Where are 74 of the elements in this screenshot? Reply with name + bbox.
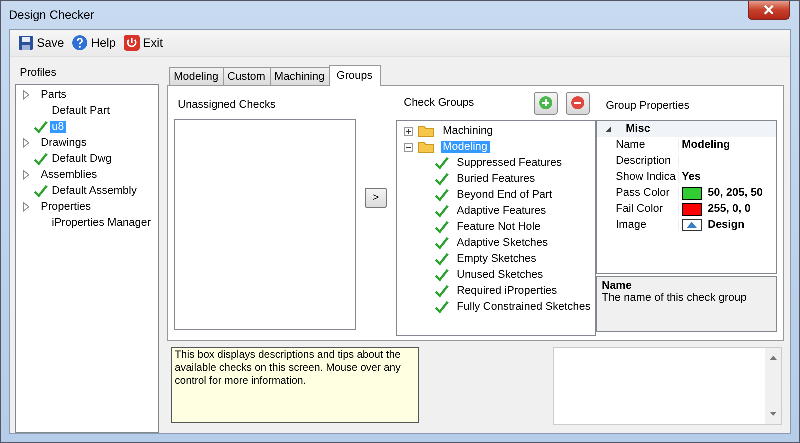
tree-item[interactable]: Default Part	[50, 105, 112, 117]
unassigned-list[interactable]	[174, 119, 356, 330]
tab[interactable]: Modeling	[169, 67, 224, 85]
checkmark-icon	[435, 268, 449, 282]
toolbar-button[interactable]: Help	[70, 35, 118, 51]
tree-item[interactable]: Adaptive Sketches	[455, 237, 550, 250]
property-value[interactable]: Modeling	[682, 139, 730, 151]
scroll-down-icon[interactable]	[770, 412, 776, 416]
tab[interactable]: Groups	[328, 65, 381, 86]
checkmark-icon	[435, 236, 449, 250]
tree-item[interactable]: Machining	[441, 125, 496, 138]
checkmark-icon	[435, 252, 449, 266]
minus-icon	[571, 96, 585, 110]
unassigned-label: Unassigned Checks	[177, 98, 277, 113]
tree-item[interactable]: Default Dwg	[50, 153, 114, 165]
checkmark-icon	[34, 120, 48, 134]
group-properties-label: Group Properties	[605, 99, 691, 114]
plus-icon	[539, 96, 553, 110]
collapse-icon	[605, 126, 612, 132]
folder-icon	[418, 140, 436, 154]
property-value[interactable]: 255, 0, 0	[708, 203, 751, 215]
category-label: Misc	[626, 123, 650, 135]
scroll-up-icon[interactable]	[770, 356, 776, 360]
image-thumbnail-icon	[682, 219, 702, 231]
help-text: The name of this check group	[602, 292, 748, 304]
tree-item[interactable]: Suppressed Features	[455, 157, 564, 170]
expander-icon	[23, 138, 31, 148]
checkmark-icon	[435, 156, 449, 170]
tree-item[interactable]: Beyond End of Part	[455, 189, 554, 202]
property-value[interactable]: Yes	[682, 171, 701, 183]
checkmark-icon	[34, 184, 48, 198]
close-icon	[763, 5, 775, 15]
tree-item[interactable]: Default Assembly	[50, 185, 139, 197]
checkmark-icon	[435, 188, 449, 202]
check-groups-label: Check Groups	[403, 97, 476, 110]
property-value[interactable]: 50, 205, 50	[708, 187, 764, 199]
tree-item[interactable]: iProperties Manager	[50, 217, 154, 229]
tips-text: This box displays descriptions and tips about the available checks on this screen. Mouse over any control for more information.	[175, 349, 401, 387]
tree-item[interactable]: Required iProperties	[455, 285, 560, 298]
tree-item[interactable]: Feature Not Hole	[455, 221, 543, 234]
tree-item[interactable]: Assemblies	[39, 169, 100, 181]
power-icon	[124, 35, 140, 51]
tree-item[interactable]: Properties	[39, 201, 94, 213]
checkmark-icon	[435, 172, 449, 186]
checkmark-icon	[34, 152, 48, 166]
checkmark-icon	[435, 204, 449, 218]
expander-icon	[23, 90, 31, 100]
folder-icon	[418, 124, 436, 138]
help-icon	[72, 35, 88, 51]
tab[interactable]: Custom	[222, 67, 271, 85]
move-button[interactable]: >	[365, 188, 387, 208]
remove-button[interactable]	[566, 92, 590, 115]
expander-icon	[23, 202, 31, 212]
tree-item[interactable]: Adaptive Features	[455, 205, 548, 218]
tree-item[interactable]: Buried Features	[455, 173, 538, 186]
tab[interactable]: Machining	[270, 67, 330, 85]
toolbar-button[interactable]: Save	[16, 35, 66, 51]
close-button[interactable]	[748, 1, 790, 20]
tree-item[interactable]: Unused Sketches	[455, 269, 546, 282]
checkmark-icon	[435, 284, 449, 298]
toolbar-button[interactable]: Exit	[122, 35, 166, 51]
profiles-label: Profiles	[19, 66, 58, 81]
tree-item[interactable]: Fully Constrained Sketches	[455, 301, 593, 314]
tree-item[interactable]: Empty Sketches	[455, 253, 538, 266]
scrollbar[interactable]	[765, 348, 781, 424]
tree-item[interactable]: Parts	[39, 89, 69, 101]
property-value[interactable]: Design	[708, 219, 745, 231]
add-button[interactable]	[534, 92, 558, 115]
checkmark-icon	[435, 220, 449, 234]
tree-item[interactable]: Drawings	[39, 137, 89, 149]
window-title: Design Checker	[9, 7, 94, 22]
checkmark-icon	[435, 300, 449, 314]
expander-icon	[23, 170, 31, 180]
help-title: Name	[602, 280, 633, 292]
